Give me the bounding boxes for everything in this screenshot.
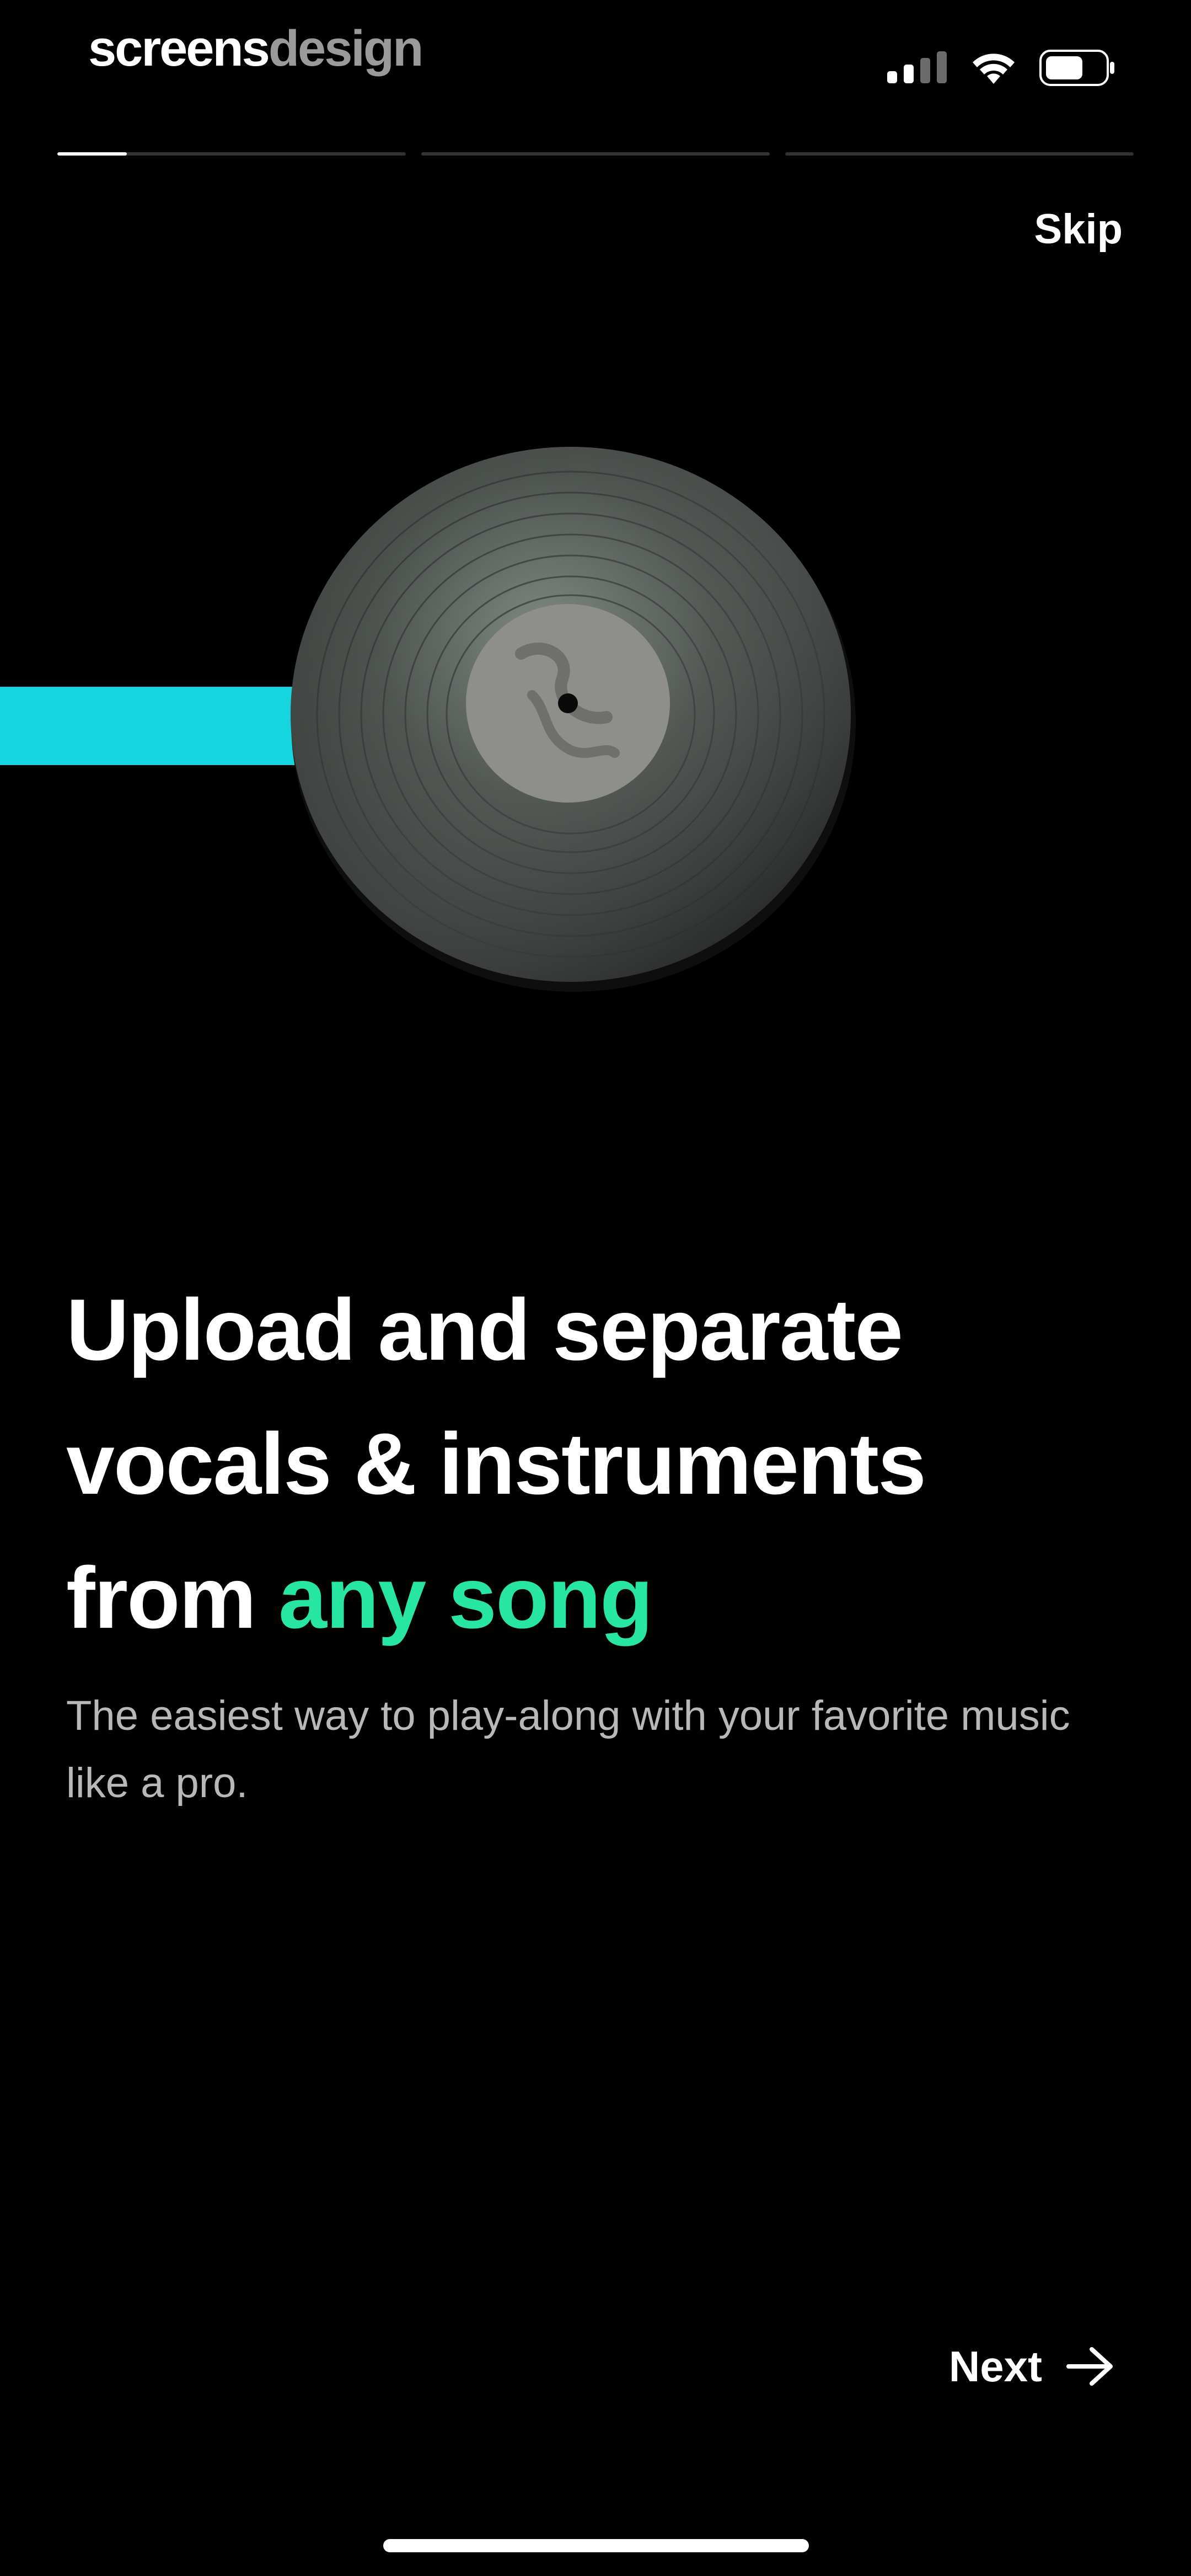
headline-line-3: from any song: [66, 1531, 1141, 1665]
brand-part-2: design: [268, 20, 423, 77]
headline-line-1: Upload and separate: [66, 1281, 903, 1378]
wifi-icon: [973, 54, 1015, 84]
arrow-right-icon: [1066, 2347, 1113, 2386]
progress-segment: [785, 152, 1134, 156]
next-button[interactable]: Next: [949, 2336, 1114, 2397]
progress-segment-fill: [57, 152, 127, 156]
vinyl-record-image: [291, 447, 856, 992]
battery-icon: [1039, 50, 1114, 86]
cellular-signal-icon: [887, 51, 947, 83]
brand-watermark: screensdesign: [88, 20, 423, 77]
progress-segment: [57, 152, 406, 156]
onboarding-progress: [57, 152, 1134, 157]
subtitle: The easiest way to play-along with your …: [66, 1692, 1070, 1807]
next-label: Next: [948, 2342, 1042, 2391]
progress-segment: [421, 152, 770, 156]
accent-bar: [0, 687, 309, 765]
skip-button[interactable]: Skip: [1034, 205, 1123, 253]
headline-line-3-prefix: from: [66, 1549, 278, 1647]
headline-line-2: vocals & instruments: [66, 1415, 926, 1513]
home-indicator[interactable]: [383, 2539, 809, 2552]
hero-illustration: [0, 436, 1191, 1009]
headline-accent: any song: [278, 1549, 653, 1647]
status-icons: [887, 49, 1117, 87]
brand-part-1: screens: [88, 20, 270, 77]
headline: Upload and separate vocals & instruments…: [66, 1263, 1141, 1665]
